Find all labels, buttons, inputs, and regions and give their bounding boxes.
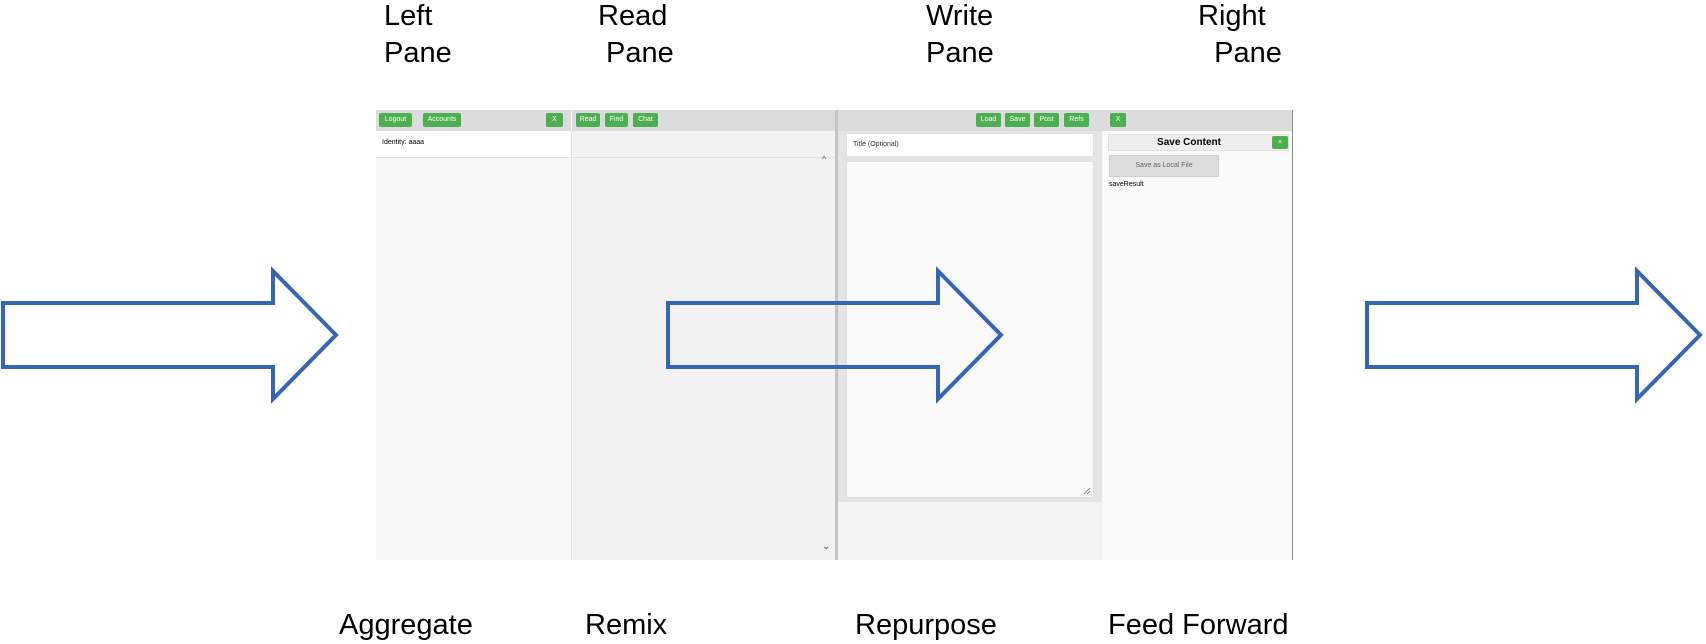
right-pane: X Save Content × Save as Local File save… xyxy=(1102,110,1293,560)
accounts-button[interactable]: Accounts xyxy=(423,113,461,127)
find-button[interactable]: Find xyxy=(605,113,628,127)
logout-button[interactable]: Logout xyxy=(379,113,412,127)
scroll-up-icon[interactable]: ^ xyxy=(822,154,826,164)
load-button[interactable]: Load xyxy=(976,113,1001,127)
identity-row: Identity: aaaa xyxy=(376,131,571,158)
resize-handle-icon[interactable] xyxy=(1083,487,1091,495)
write-pane-toolbar xyxy=(838,110,1102,131)
label-repurpose: Repurpose xyxy=(855,609,997,641)
arrow-right-icon-2 xyxy=(666,266,1004,404)
save-content-panel: Save Content × xyxy=(1108,134,1289,151)
read-button[interactable]: Read xyxy=(576,113,600,127)
save-content-heading: Save Content xyxy=(1157,137,1221,148)
label-right-pane: Right Pane xyxy=(1198,0,1282,69)
title-input-placeholder: Title (Optional) xyxy=(853,141,899,148)
label-left-pane: Left Pane xyxy=(384,0,452,69)
title-input[interactable]: Title (Optional) xyxy=(846,133,1094,157)
save-local-file-button[interactable]: Save as Local File xyxy=(1109,155,1219,177)
label-write-pane: Write Pane xyxy=(926,0,994,69)
save-content-close-button[interactable]: × xyxy=(1272,136,1288,149)
right-pane-close-button[interactable]: X xyxy=(1110,113,1126,127)
chat-button[interactable]: Chat xyxy=(633,113,658,127)
label-aggregate: Aggregate xyxy=(339,609,473,641)
identity-text: Identity: aaaa xyxy=(382,139,425,146)
right-pane-toolbar xyxy=(1102,110,1293,131)
read-pane-header-row xyxy=(572,131,838,158)
post-button[interactable]: Post xyxy=(1034,113,1059,127)
arrow-right-icon-3 xyxy=(1365,266,1703,404)
label-remix: Remix xyxy=(585,609,668,641)
right-pane-border xyxy=(1292,110,1293,560)
scroll-down-icon[interactable]: ⌄ xyxy=(822,541,830,552)
label-feed-forward: Feed Forward xyxy=(1108,609,1289,641)
left-pane: Logout Accounts X Identity: aaaa xyxy=(376,110,571,560)
arrow-right-icon-1 xyxy=(1,266,339,404)
save-button[interactable]: Save xyxy=(1005,113,1030,127)
left-pane-close-button[interactable]: X xyxy=(546,113,563,127)
refs-button[interactable]: Refs xyxy=(1064,113,1089,127)
save-result-text: saveResult xyxy=(1109,181,1144,188)
label-read-pane: Read Pane xyxy=(598,0,674,69)
